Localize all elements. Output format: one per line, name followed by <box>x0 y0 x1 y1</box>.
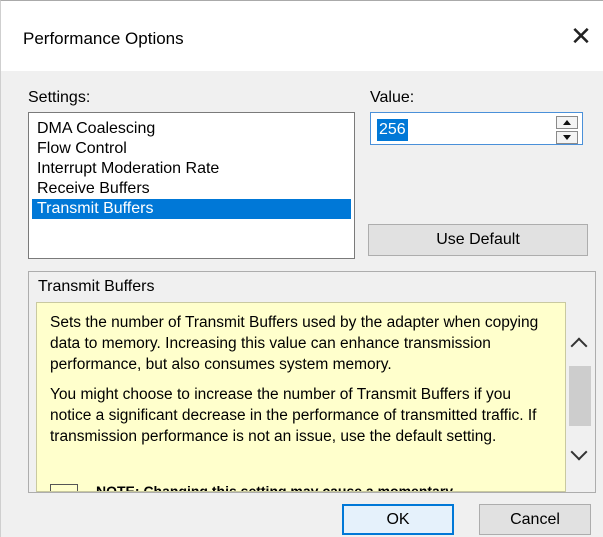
settings-item[interactable]: DMA Coalescing <box>32 119 351 139</box>
title-bar: Performance Options ✕ <box>1 1 603 71</box>
scroll-down-button[interactable] <box>566 442 594 470</box>
window-title: Performance Options <box>23 29 184 48</box>
value-label: Value: <box>370 89 415 106</box>
chevron-up-icon <box>570 337 588 355</box>
cancel-button[interactable]: Cancel <box>479 504 591 535</box>
description-paragraph: Sets the number of Transmit Buffers used… <box>50 314 539 373</box>
performance-options-dialog: Performance Options ✕ Settings: DMA Coal… <box>0 0 603 537</box>
arrow-up-icon <box>563 120 571 125</box>
description-text-area: Sets the number of Transmit Buffers used… <box>36 302 566 492</box>
value-spinbox[interactable]: 256 <box>370 112 583 145</box>
settings-item[interactable]: Receive Buffers <box>32 179 351 199</box>
spin-up-button[interactable] <box>556 116 578 129</box>
settings-listbox[interactable]: DMA Coalescing Flow Control Interrupt Mo… <box>28 112 355 259</box>
chevron-down-icon <box>570 443 588 461</box>
arrow-down-icon <box>563 135 571 140</box>
description-title: Transmit Buffers <box>38 278 155 295</box>
spin-arrows <box>556 116 578 144</box>
scroll-up-button[interactable] <box>566 330 594 358</box>
settings-item-selected[interactable]: Transmit Buffers <box>32 199 351 219</box>
note-line: NOTE: Changing this setting may cause a … <box>50 483 454 492</box>
note-pencil-icon <box>50 484 78 491</box>
settings-item[interactable]: Interrupt Moderation Rate <box>32 159 351 179</box>
description-scrollbar[interactable] <box>566 302 594 492</box>
spin-down-button[interactable] <box>556 131 578 144</box>
settings-item[interactable]: Flow Control <box>32 139 351 159</box>
description-group: Transmit Buffers Sets the number of Tran… <box>28 271 596 493</box>
note-text: NOTE: Changing this setting may cause a … <box>96 483 454 492</box>
use-default-button[interactable]: Use Default <box>368 224 588 256</box>
settings-label: Settings: <box>28 89 91 106</box>
ok-button[interactable]: OK <box>342 504 454 535</box>
description-paragraph: You might choose to increase the number … <box>50 386 537 445</box>
value-input[interactable]: 256 <box>377 119 408 141</box>
close-icon[interactable]: ✕ <box>563 19 599 55</box>
scroll-thumb[interactable] <box>569 366 591 426</box>
